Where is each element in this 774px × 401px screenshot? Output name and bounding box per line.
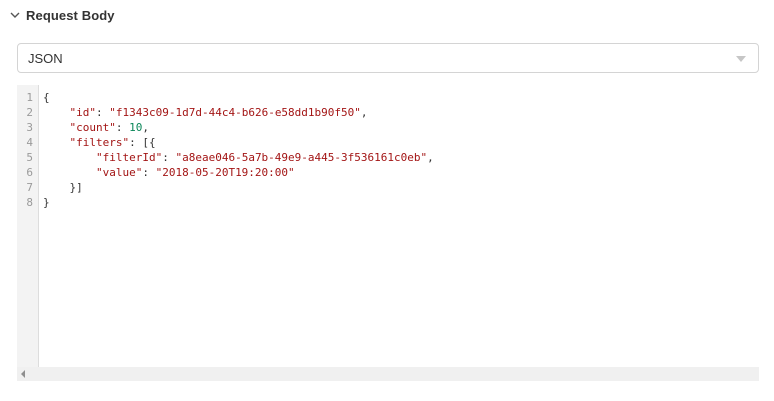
chevron-down-icon (8, 8, 22, 22)
code-line: "id": "f1343c09-1d7d-44c4-b626-e58dd1b90… (69, 106, 368, 119)
code-line: } (43, 196, 50, 209)
scroll-left-arrow-icon[interactable] (21, 370, 25, 378)
line-number: 4 (26, 136, 33, 149)
body-format-select[interactable]: JSON (17, 43, 759, 73)
line-number: 6 (26, 166, 33, 179)
line-number: 7 (26, 181, 33, 194)
line-number: 3 (26, 121, 33, 134)
line-number: 1 (26, 91, 33, 104)
line-number-gutter: 1 2 3 4 5 6 7 8 (17, 85, 39, 367)
line-number: 5 (26, 151, 33, 164)
section-title: Request Body (26, 7, 115, 23)
line-number: 2 (26, 106, 33, 119)
code-line: "value": "2018-05-20T19:20:00" (95, 166, 295, 179)
code-line: "count": 10, (69, 121, 149, 134)
code-line: "filterId": "a8eae046-5a7b-49e9-a445-3f5… (95, 151, 434, 164)
request-body-toggle[interactable]: Request Body (8, 6, 115, 24)
code-line: "filters": [{ (69, 136, 156, 149)
caret-down-icon (736, 56, 746, 62)
body-format-value: JSON (28, 50, 63, 66)
line-number: 8 (26, 196, 33, 209)
horizontal-scrollbar[interactable] (17, 367, 759, 381)
code-line: }] (43, 181, 83, 194)
code-editor[interactable]: 1 2 3 4 5 6 7 8 { "id": "f1343c09-1d7d-44c4-b62… (17, 85, 759, 367)
code-line: { (43, 91, 50, 104)
